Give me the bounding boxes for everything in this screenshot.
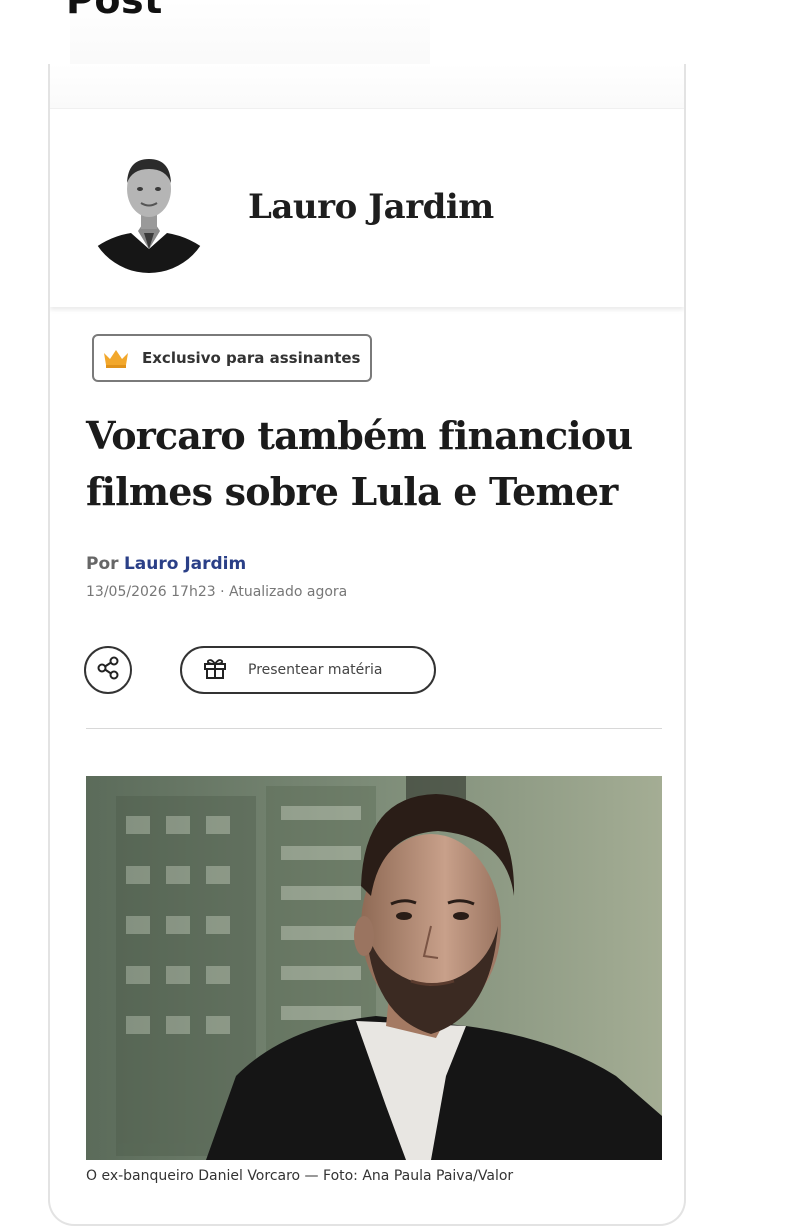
top-strip — [50, 64, 684, 108]
headline-line-1: Vorcaro também financiou — [86, 413, 633, 458]
exclusive-badge: Exclusivo para assinantes — [92, 334, 372, 382]
article-screenshot-card: Lauro Jardim Exclusivo para assinantes V… — [48, 64, 686, 1226]
gift-icon — [202, 655, 228, 685]
post-header-title: Post — [66, 0, 163, 22]
divider — [86, 728, 662, 729]
byline: Por Lauro Jardim — [86, 554, 246, 574]
article-headline: Vorcaro também financiou filmes sobre Lu… — [86, 408, 656, 520]
author-link[interactable]: Lauro Jardim — [124, 554, 246, 574]
hero-photo — [86, 776, 662, 1160]
photo-caption: O ex-banqueiro Daniel Vorcaro — Foto: An… — [86, 1168, 514, 1184]
gift-article-label: Presentear matéria — [248, 662, 383, 678]
headline-line-2: filmes sobre Lula e Temer — [86, 469, 618, 514]
columnist-name[interactable]: Lauro Jardim — [248, 187, 494, 227]
exclusive-badge-label: Exclusivo para assinantes — [142, 349, 361, 367]
share-button[interactable] — [84, 646, 132, 694]
column-header: Lauro Jardim — [50, 108, 684, 307]
byline-prefix: Por — [86, 554, 119, 574]
article-timestamp: 13/05/2026 17h23 · Atualizado agora — [86, 584, 348, 600]
crown-icon — [102, 347, 130, 369]
share-icon — [95, 655, 121, 685]
gift-article-button[interactable]: Presentear matéria — [180, 646, 436, 694]
columnist-avatar — [86, 145, 212, 275]
